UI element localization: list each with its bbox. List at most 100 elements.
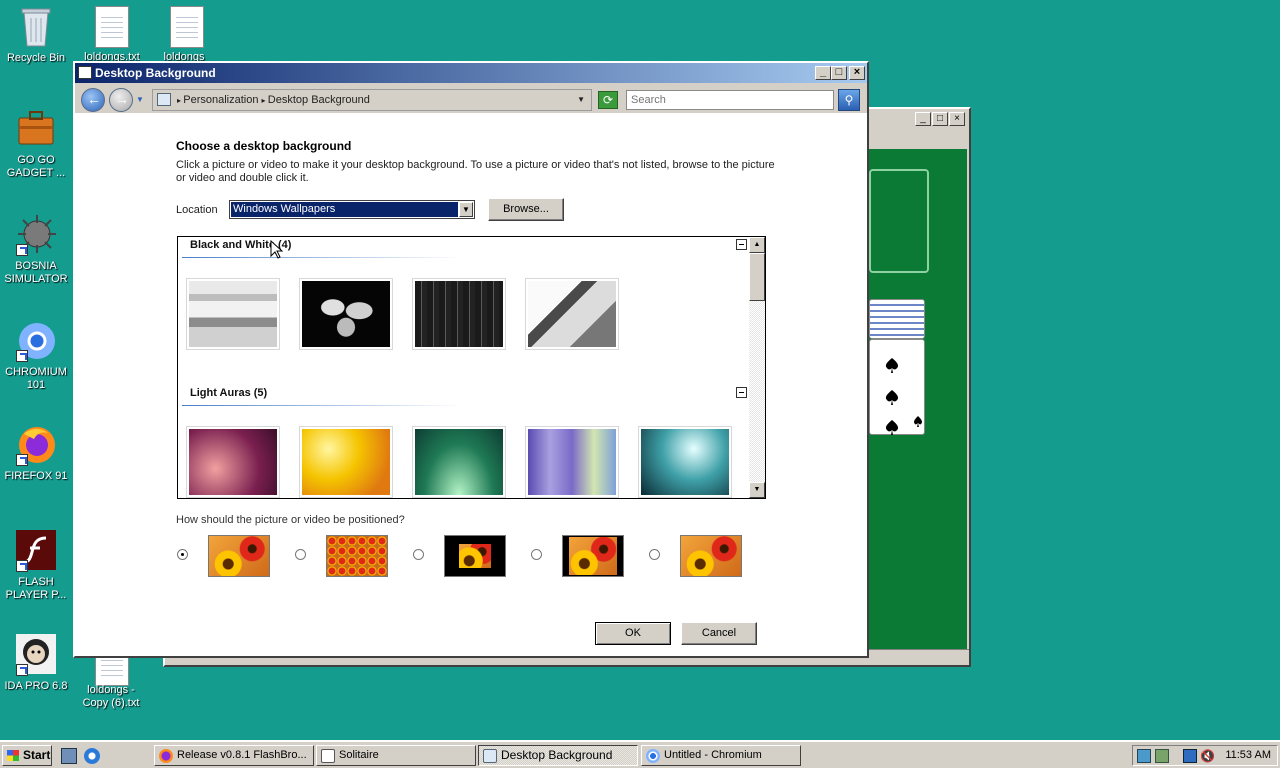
internet-explorer-icon[interactable] (84, 748, 100, 764)
flash-player-icon (14, 528, 58, 572)
desktop-icon-firefox[interactable]: FIREFOX 91 (0, 422, 74, 483)
wallpaper-image (528, 429, 616, 495)
wallpaper-thumb[interactable] (412, 278, 506, 350)
desktop-icon-recycle-bin[interactable]: Recycle Bin (0, 4, 74, 65)
start-label: Start (23, 748, 51, 762)
back-button[interactable]: ← (81, 88, 105, 112)
forward-button[interactable]: → (109, 88, 133, 112)
position-preview-center[interactable] (444, 535, 506, 577)
desktop-icon-flash[interactable]: FLASH PLAYER P... (0, 528, 74, 602)
task-chromium[interactable]: Untitled - Chromium (641, 745, 801, 766)
position-radio-fit[interactable] (531, 549, 542, 560)
wallpaper-thumb[interactable] (299, 426, 393, 498)
cancel-button[interactable]: Cancel (681, 622, 757, 645)
position-preview-fill[interactable] (208, 535, 270, 577)
network-connection-icon[interactable] (1183, 749, 1197, 763)
vertical-scrollbar[interactable]: ▲ ▼ (749, 237, 765, 498)
breadcrumb-item-desktop-background[interactable]: Desktop Background (268, 94, 370, 106)
recent-pages-dropdown[interactable]: ▼ (136, 95, 144, 104)
briefcase-icon (14, 106, 58, 150)
position-radio-fill[interactable] (177, 549, 188, 560)
task-label: Untitled - Chromium (664, 749, 762, 761)
position-radio-stretch[interactable] (649, 549, 660, 560)
close-button[interactable]: × (949, 112, 965, 126)
wallpaper-thumb[interactable] (638, 426, 732, 498)
position-preview-fit[interactable] (562, 535, 624, 577)
card-back-stack[interactable] (869, 299, 925, 339)
desktop-icon-label: Recycle Bin (6, 52, 66, 64)
card-slot[interactable] (869, 169, 929, 273)
page-description: Click a picture or video to make it your… (176, 159, 775, 184)
maximize-button[interactable]: □ (932, 112, 948, 126)
content-pane: Choose a desktop background Click a pict… (75, 113, 867, 656)
browse-button[interactable]: Browse... (488, 198, 564, 221)
wallpaper-image (189, 281, 277, 347)
volume-muted-icon[interactable]: 🔇 (1200, 749, 1215, 763)
breadcrumb-dropdown-icon[interactable]: ▼ (577, 90, 585, 110)
text-file-icon[interactable] (95, 6, 129, 48)
refresh-button[interactable]: ⟳ (598, 91, 618, 109)
title-bar[interactable]: Desktop Background _ □ × (75, 63, 867, 83)
position-radio-center[interactable] (413, 549, 424, 560)
shortcut-arrow-icon (16, 664, 28, 676)
display-icon[interactable] (1155, 749, 1169, 763)
position-preview-image (459, 544, 491, 568)
taskbar: Start Release v0.8.1 FlashBro... Solitai… (0, 740, 1280, 768)
position-preview-tile[interactable] (326, 535, 388, 577)
wallpaper-thumb[interactable] (525, 426, 619, 498)
position-radio-tile[interactable] (295, 549, 306, 560)
location-select[interactable]: Windows Wallpapers ▼ (229, 200, 475, 219)
group-divider (182, 405, 462, 406)
scroll-thumb[interactable] (749, 253, 765, 301)
wallpaper-image (641, 429, 729, 495)
wallpaper-thumb[interactable] (299, 278, 393, 350)
position-preview-stretch[interactable] (680, 535, 742, 577)
location-value: Windows Wallpapers (231, 202, 458, 217)
task-desktop-background[interactable]: Desktop Background (478, 745, 638, 766)
shortcut-arrow-icon (16, 560, 28, 572)
network-icon[interactable] (1137, 749, 1151, 763)
desktop-icon-chromium[interactable]: CHROMIUM 101 (0, 318, 74, 392)
card-three-of-spades[interactable] (869, 339, 925, 435)
task-flashbrowser[interactable]: Release v0.8.1 FlashBro... (154, 745, 314, 766)
desktop-icon-gadget[interactable]: GO GO GADGET ... (0, 106, 74, 180)
wallpaper-thumb[interactable] (525, 278, 619, 350)
desktop-icon-ida[interactable]: IDA PRO 6.8 (0, 632, 74, 693)
task-solitaire[interactable]: Solitaire (316, 745, 476, 766)
desktop-icon-label: GO GO GADGET ... (6, 154, 66, 179)
task-label: Release v0.8.1 FlashBro... (177, 749, 307, 761)
breadcrumb[interactable]: ▸ Personalization ▸ Desktop Background ▼ (152, 89, 592, 111)
system-tray: 🔇 11:53 AM (1132, 745, 1278, 766)
search-input[interactable] (626, 90, 834, 110)
group-divider (182, 257, 462, 258)
wallpaper-thumb[interactable] (186, 426, 280, 498)
ok-button[interactable]: OK (595, 622, 671, 645)
wallpaper-thumb[interactable] (186, 278, 280, 350)
shortcut-arrow-icon (16, 350, 28, 362)
wallpaper-thumb[interactable] (412, 426, 506, 498)
collapse-group-button[interactable] (736, 387, 747, 398)
control-panel-icon (157, 93, 171, 106)
page-title: Choose a desktop background (176, 139, 352, 153)
start-button[interactable]: Start (2, 745, 52, 766)
desktop-icon-bosnia[interactable]: BOSNIA SIMULATOR (0, 212, 74, 286)
mine-icon (14, 212, 58, 256)
maximize-button[interactable]: □ (831, 66, 847, 80)
clock[interactable]: 11:53 AM (1225, 749, 1271, 761)
minimize-button[interactable]: _ (915, 112, 931, 126)
scroll-up-button[interactable]: ▲ (749, 237, 765, 253)
chevron-down-icon[interactable]: ▼ (459, 202, 473, 217)
show-desktop-icon[interactable] (61, 748, 77, 764)
wallpaper-gallery[interactable]: Black and White (4) Light Auras (5) ▲ ▼ (177, 236, 766, 499)
close-button[interactable]: × (849, 66, 865, 80)
scroll-down-button[interactable]: ▼ (749, 482, 765, 498)
recycle-bin-icon (14, 4, 58, 48)
chromium-icon (646, 749, 660, 763)
desktop-background-window[interactable]: Desktop Background _ □ × ← → ▼ ▸ Persona… (73, 61, 869, 658)
text-file-icon[interactable] (170, 6, 204, 48)
collapse-group-button[interactable] (736, 239, 747, 250)
minimize-button[interactable]: _ (815, 66, 831, 80)
breadcrumb-item-personalization[interactable]: Personalization (183, 94, 258, 106)
search-button[interactable]: ⚲ (838, 89, 860, 111)
solitaire-felt[interactable] (869, 149, 967, 649)
